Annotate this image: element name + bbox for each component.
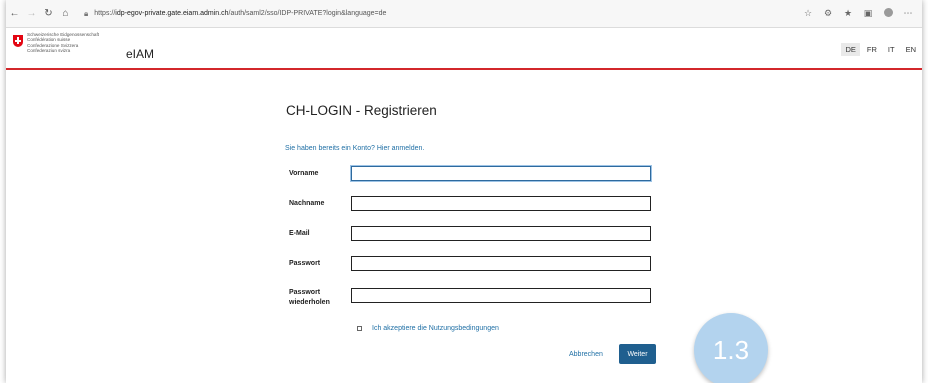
lastname-label: Nachname xyxy=(289,200,325,207)
url-host: idp-egov-private.gate.eiam.admin.ch xyxy=(115,10,229,17)
registration-form: CH-LOGIN - Registrieren Sie haben bereit… xyxy=(6,70,922,383)
password-repeat-field[interactable] xyxy=(351,288,651,303)
firstname-label: Vorname xyxy=(289,170,319,177)
refresh-icon[interactable]: ↻ xyxy=(40,8,57,19)
firstname-field[interactable] xyxy=(351,166,651,181)
lastname-field[interactable] xyxy=(351,196,651,211)
profile-avatar-icon[interactable] xyxy=(878,8,898,19)
email-field[interactable] xyxy=(351,226,651,241)
login-link[interactable]: Sie haben bereits ein Konto? Hier anmeld… xyxy=(285,145,424,152)
password-repeat-label: Passwort wiederholen xyxy=(289,289,330,306)
collections-icon[interactable]: ▣ xyxy=(858,8,878,19)
terms-label[interactable]: Ich akzeptiere die Nutzungsbedingungen xyxy=(372,325,499,332)
terms-checkbox[interactable] xyxy=(357,326,362,331)
site-header: Schweizerische Eidgenossenschaft Confédé… xyxy=(6,28,922,70)
app-brand: eIAM xyxy=(126,47,155,61)
password-label: Passwort xyxy=(289,260,321,267)
favorite-star-icon[interactable]: ☆ xyxy=(798,8,818,19)
address-bar[interactable]: 🔒︎ https://idp-egov-private.gate.eiam.ad… xyxy=(84,9,386,19)
url-prefix: https:// xyxy=(94,10,116,17)
cancel-link[interactable]: Abbrechen xyxy=(569,351,603,358)
favorites-icon[interactable]: ★ xyxy=(838,8,858,19)
back-icon[interactable]: ← xyxy=(6,8,23,19)
language-en[interactable]: EN xyxy=(902,43,920,56)
browser-window: ← → ↻ ⌂ 🔒︎ https://idp-egov-private.gate… xyxy=(6,0,922,383)
language-it[interactable]: IT xyxy=(884,43,899,56)
email-label: E-Mail xyxy=(289,230,310,237)
more-icon[interactable]: ⋯ xyxy=(898,8,918,19)
step-badge: 1.3 xyxy=(694,313,768,383)
page-title: CH-LOGIN - Registrieren xyxy=(286,103,437,118)
swiss-coat-of-arms-icon xyxy=(13,35,23,47)
forward-icon[interactable]: → xyxy=(23,8,40,19)
url-path: /auth/saml2/sso/IDP-PRIVATE?login&langua… xyxy=(228,10,387,17)
language-de[interactable]: DE xyxy=(841,43,860,56)
extension-icon[interactable]: ⚙ xyxy=(818,8,838,19)
language-fr[interactable]: FR xyxy=(863,43,881,56)
home-icon[interactable]: ⌂ xyxy=(57,8,74,19)
confederation-name: Schweizerische Eidgenossenschaft Confédé… xyxy=(27,32,99,53)
language-switcher: DE FR IT EN xyxy=(838,43,920,56)
confederation-line-rm: Confederaziun svizra xyxy=(27,47,71,53)
next-button[interactable]: Weiter xyxy=(619,344,656,364)
terms-row: Ich akzeptiere die Nutzungsbedingungen xyxy=(353,323,499,334)
browser-toolbar: ← → ↻ ⌂ 🔒︎ https://idp-egov-private.gate… xyxy=(6,0,922,28)
lock-icon: 🔒︎ xyxy=(84,8,89,18)
password-field[interactable] xyxy=(351,256,651,271)
browser-toolbar-right: ☆ ⚙ ★ ▣ ⋯ xyxy=(798,0,918,27)
